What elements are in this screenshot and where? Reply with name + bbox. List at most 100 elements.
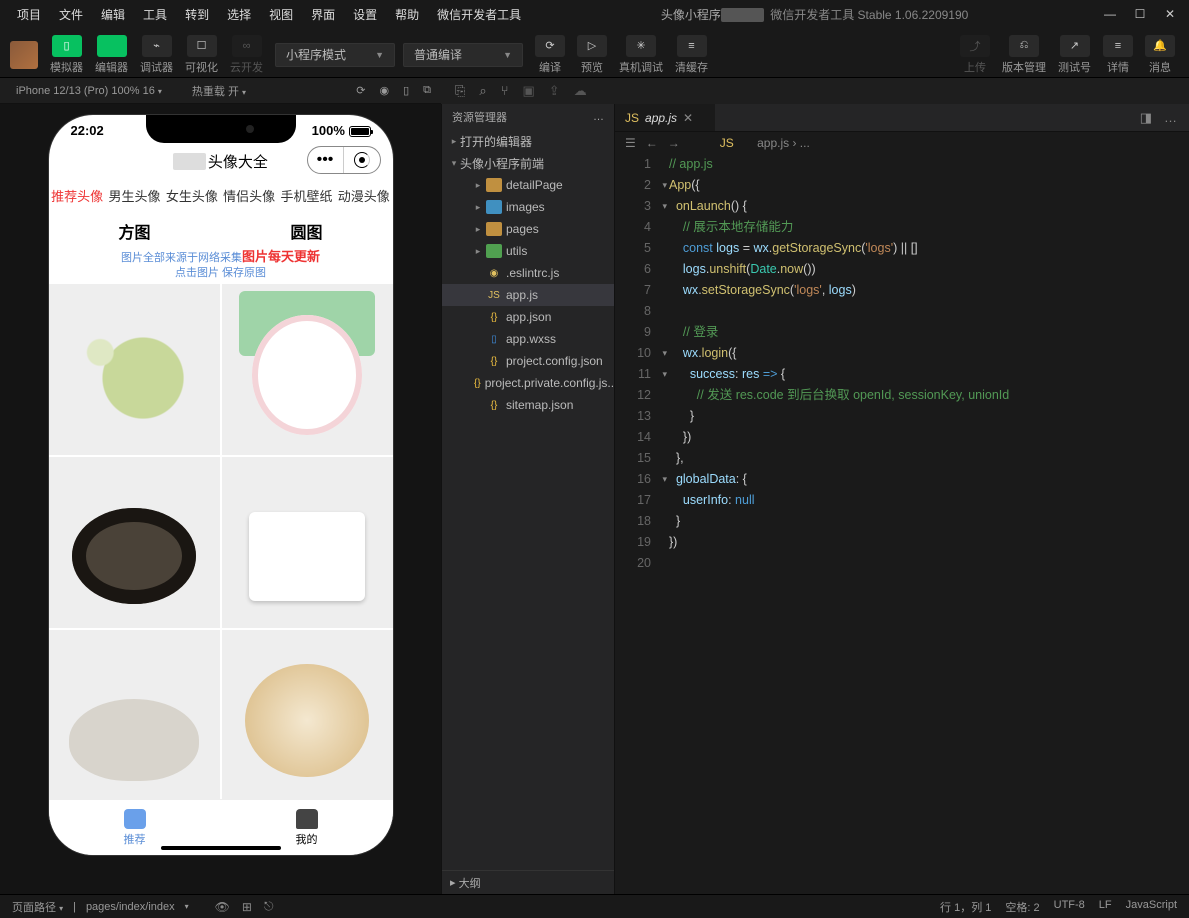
- tb-清缓存[interactable]: ≡清缓存: [671, 33, 712, 77]
- search-icon[interactable]: ⌕: [479, 83, 486, 99]
- menu-界面[interactable]: 界面: [302, 6, 344, 23]
- menu-设置[interactable]: 设置: [344, 6, 386, 23]
- rotate-icon[interactable]: ⟳: [356, 84, 365, 97]
- tb-调试器[interactable]: ⌁调试器: [136, 33, 177, 77]
- nav-back-icon[interactable]: ←: [646, 136, 658, 150]
- category-tab[interactable]: 手机壁纸: [278, 180, 335, 211]
- status-item[interactable]: LF: [1099, 899, 1112, 915]
- tb-真机调试[interactable]: ✳真机调试: [615, 33, 667, 77]
- tree-images[interactable]: ▸images: [442, 196, 614, 218]
- status-battery: 100%: [312, 123, 371, 138]
- image-item[interactable]: [222, 457, 393, 628]
- editor-tab-app-js[interactable]: JSapp.js✕: [615, 104, 715, 131]
- code-editor[interactable]: 12▾3▾45678910▾11▾1213141516▾17181920 // …: [615, 154, 1189, 894]
- tree-pages[interactable]: ▸pages: [442, 218, 614, 240]
- device-select[interactable]: iPhone 12/13 (Pro) 100% 16 ▾: [10, 85, 168, 97]
- scene-icon[interactable]: ⊞: [242, 900, 252, 914]
- image-item[interactable]: [49, 630, 220, 801]
- page-path[interactable]: pages/index/index: [86, 901, 175, 913]
- hot-reload-toggle[interactable]: 热重载 开 ▾: [186, 83, 252, 99]
- tb-版本管理[interactable]: ⎌版本管理: [998, 33, 1050, 77]
- image-item[interactable]: [49, 457, 220, 628]
- minimize-button[interactable]: —: [1103, 7, 1117, 21]
- tree-.eslintrc.js[interactable]: ◉.eslintrc.js: [442, 262, 614, 284]
- device-icon[interactable]: ▯: [403, 84, 409, 97]
- tb-预览[interactable]: ▷预览: [573, 33, 611, 77]
- status-item[interactable]: JavaScript: [1126, 899, 1177, 915]
- files-icon[interactable]: ⎘: [455, 83, 465, 99]
- tree-project.config.json[interactable]: {}project.config.json: [442, 350, 614, 372]
- tree-sitemap.json[interactable]: {}sitemap.json: [442, 394, 614, 416]
- close-tab-icon[interactable]: ✕: [683, 111, 693, 125]
- tb-详情[interactable]: ≡详情: [1099, 33, 1137, 77]
- menu-项目[interactable]: 项目: [8, 6, 50, 23]
- cloud-icon[interactable]: ☁: [574, 83, 587, 99]
- link-icon[interactable]: ⎋: [264, 899, 274, 914]
- more-actions-icon[interactable]: …: [1164, 110, 1177, 125]
- more-icon[interactable]: …: [593, 111, 604, 123]
- branch-icon[interactable]: ⑂: [501, 83, 509, 99]
- close-button[interactable]: ✕: [1163, 7, 1177, 21]
- tree-project.private.config.js...[interactable]: {}project.private.config.js...: [442, 372, 614, 394]
- box-icon[interactable]: ▣: [523, 83, 535, 99]
- tree-detailPage[interactable]: ▸detailPage: [442, 174, 614, 196]
- tree-app.wxss[interactable]: ▯app.wxss: [442, 328, 614, 350]
- window-title: 头像小程序_ 微信开发者工具 Stable 1.06.2209190: [530, 6, 1099, 23]
- menu-转到[interactable]: 转到: [176, 6, 218, 23]
- compile-select[interactable]: 普通编译▼: [403, 43, 523, 67]
- tb-消息[interactable]: 🔔消息: [1141, 33, 1179, 77]
- editor-panel: JSapp.js✕ ◨ … ☰ ← → JS app.js › ... 12▾3…: [615, 104, 1189, 894]
- menu-bar: 项目文件编辑工具转到选择视图界面设置帮助微信开发者工具 头像小程序_ 微信开发者…: [0, 0, 1189, 28]
- status-item[interactable]: UTF-8: [1054, 899, 1085, 915]
- open-editors-section[interactable]: ▸打开的编辑器: [442, 130, 614, 152]
- menu-dots-icon[interactable]: •••: [308, 147, 344, 173]
- project-root[interactable]: ▾头像小程序前端: [442, 152, 614, 174]
- nav-fwd-icon[interactable]: →: [668, 136, 680, 150]
- tb-编辑器[interactable]: 编辑器: [91, 33, 132, 77]
- tree-utils[interactable]: ▸utils: [442, 240, 614, 262]
- tree-app.json[interactable]: {}app.json: [442, 306, 614, 328]
- simulator-panel: 22:02 100% __头像大全 ••• 推荐头像男生头像女生头像情侣头像手机…: [0, 104, 441, 894]
- menu-帮助[interactable]: 帮助: [386, 6, 428, 23]
- shape-round-tab[interactable]: 圆图: [221, 211, 393, 249]
- category-tab[interactable]: 动漫头像: [335, 180, 392, 211]
- popout-icon[interactable]: ⧉: [423, 84, 431, 97]
- user-avatar[interactable]: [10, 41, 38, 69]
- tree-app.js[interactable]: JSapp.js: [442, 284, 614, 306]
- breadcrumb[interactable]: app.js › ...: [757, 136, 810, 150]
- category-tab[interactable]: 推荐头像: [49, 180, 106, 211]
- image-item[interactable]: [222, 630, 393, 801]
- share-icon[interactable]: ⇪: [549, 83, 560, 99]
- tb-可视化[interactable]: ☐可视化: [181, 33, 222, 77]
- tb-编译[interactable]: ⟳编译: [531, 33, 569, 77]
- capsule-buttons[interactable]: •••: [307, 146, 381, 174]
- eye-icon[interactable]: 👁: [215, 900, 230, 914]
- tb-上传[interactable]: ⤴上传: [956, 33, 994, 77]
- mode-select[interactable]: 小程序模式▼: [275, 43, 395, 67]
- shape-square-tab[interactable]: 方图: [49, 211, 221, 249]
- category-tab[interactable]: 男生头像: [106, 180, 163, 211]
- status-item[interactable]: 空格: 2: [1005, 899, 1039, 915]
- menu-选择[interactable]: 选择: [218, 6, 260, 23]
- split-editor-icon[interactable]: ◨: [1140, 110, 1152, 126]
- menu-工具[interactable]: 工具: [134, 6, 176, 23]
- maximize-button[interactable]: ☐: [1133, 7, 1147, 21]
- outline-section[interactable]: ▸ 大纲: [442, 870, 614, 894]
- record-icon[interactable]: ◉: [379, 84, 389, 97]
- category-tab[interactable]: 女生头像: [163, 180, 220, 211]
- menu-微信开发者工具[interactable]: 微信开发者工具: [428, 6, 530, 23]
- phone-preview[interactable]: 22:02 100% __头像大全 ••• 推荐头像男生头像女生头像情侣头像手机…: [49, 115, 393, 855]
- close-target-icon[interactable]: [344, 147, 380, 173]
- tb-模拟器[interactable]: ▯模拟器: [46, 33, 87, 77]
- image-item[interactable]: [222, 284, 393, 455]
- status-item[interactable]: 行 1，列 1: [940, 899, 991, 915]
- tb-测试号[interactable]: ↗测试号: [1054, 33, 1095, 77]
- category-tab[interactable]: 情侣头像: [220, 180, 277, 211]
- menu-视图[interactable]: 视图: [260, 6, 302, 23]
- image-item[interactable]: [49, 284, 220, 455]
- toggle-panel-icon[interactable]: ☰: [625, 136, 636, 150]
- path-label[interactable]: 页面路径 ▾: [12, 899, 63, 915]
- menu-编辑[interactable]: 编辑: [92, 6, 134, 23]
- tb-云开发[interactable]: ∞云开发: [226, 33, 267, 77]
- menu-文件[interactable]: 文件: [50, 6, 92, 23]
